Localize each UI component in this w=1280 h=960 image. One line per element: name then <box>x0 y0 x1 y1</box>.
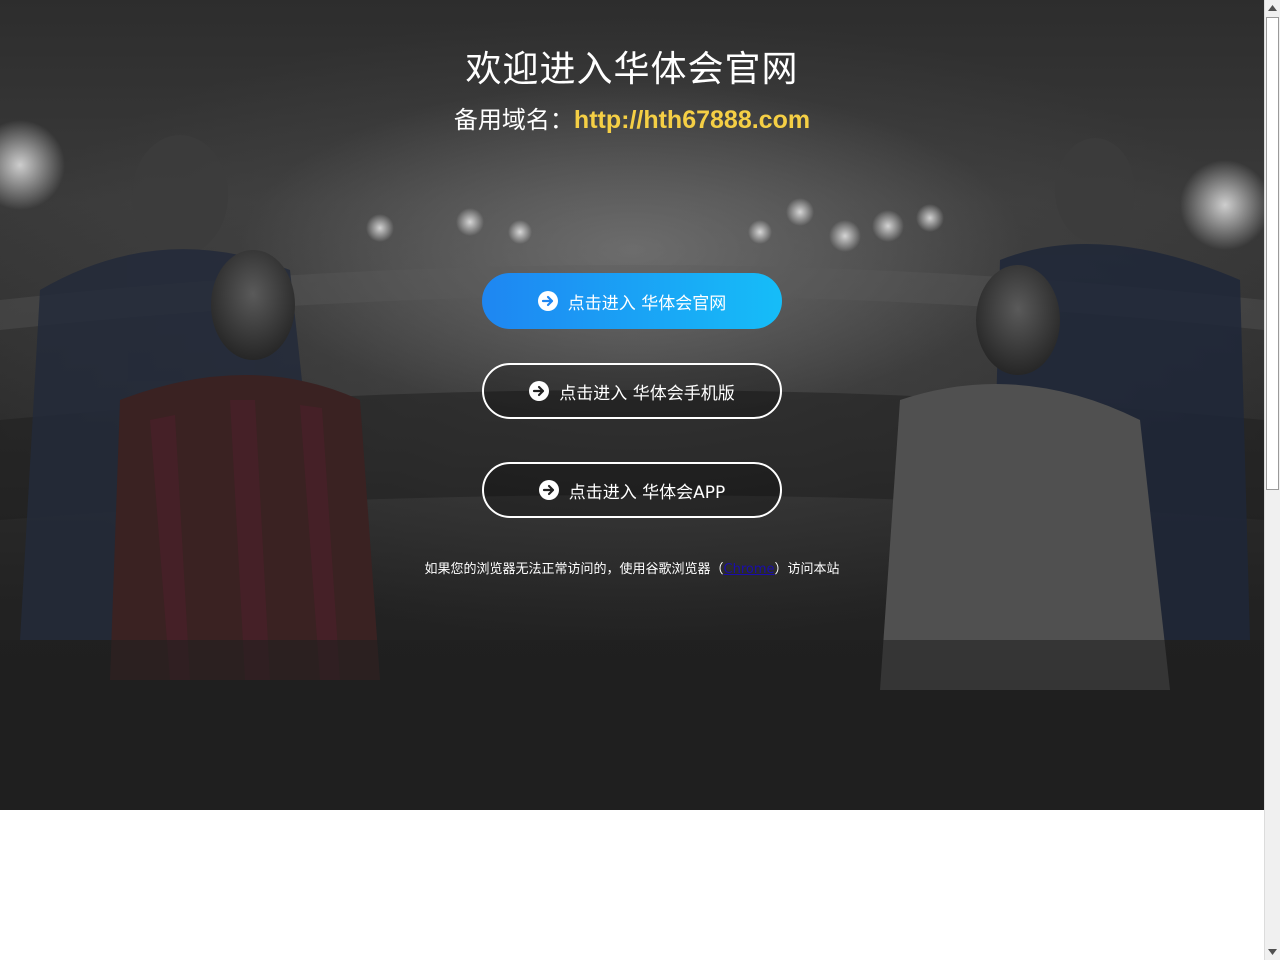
enter-mobile-site-button[interactable]: 点击进入 华体会手机版 <box>482 363 782 419</box>
chrome-link[interactable]: Chrome <box>724 562 775 577</box>
hero-banner: 欢迎进入华体会官网 备用域名：http://hth67888.com 点击进入 … <box>0 0 1264 810</box>
arrow-right-circle-icon <box>538 480 559 500</box>
backup-domain-value: http://hth67888.com <box>573 106 811 134</box>
enter-app-button[interactable]: 点击进入 华体会APP <box>482 462 782 518</box>
vertical-scrollbar[interactable] <box>1264 0 1280 960</box>
page-title: 欢迎进入华体会官网 <box>465 49 799 90</box>
browser-notice: 如果您的浏览器无法正常访问的，使用谷歌浏览器（Chrome）访问本站 <box>0 558 1264 577</box>
scroll-thumb[interactable] <box>1266 17 1279 490</box>
enter-mobile-site-label: 点击进入 华体会手机版 <box>559 383 735 404</box>
backup-domain-line: 备用域名：http://hth67888.com <box>0 100 1264 135</box>
scroll-down-button[interactable] <box>1265 944 1280 960</box>
chevron-up-icon <box>1268 5 1277 11</box>
arrow-right-circle-icon <box>529 381 550 401</box>
enter-official-site-button[interactable]: 点击进入 华体会官网 <box>482 273 782 329</box>
arrow-right-circle-icon <box>537 291 558 311</box>
scroll-up-button[interactable] <box>1265 0 1280 16</box>
enter-official-site-label: 点击进入 华体会官网 <box>567 293 727 314</box>
chevron-down-icon <box>1268 949 1277 955</box>
browser-notice-prefix: 如果您的浏览器无法正常访问的，使用谷歌浏览器（ <box>424 562 724 577</box>
enter-app-label: 点击进入 华体会APP <box>568 482 726 503</box>
backup-domain-label: 备用域名： <box>453 106 574 134</box>
browser-notice-suffix: ）访问本站 <box>774 562 840 577</box>
